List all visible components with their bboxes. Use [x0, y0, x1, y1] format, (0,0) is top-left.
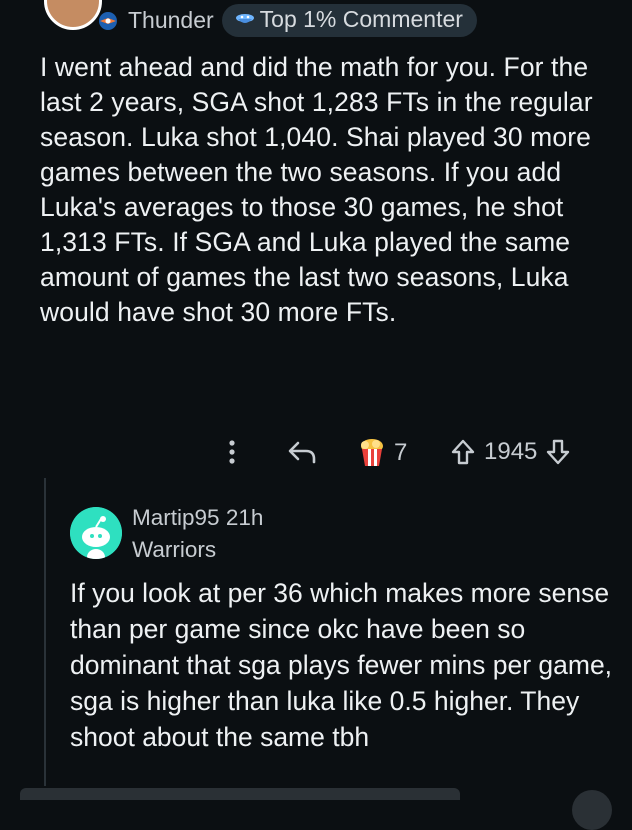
downvote-icon[interactable] [545, 438, 571, 466]
vote-controls: 1945 [450, 438, 571, 466]
reply-icon [288, 441, 316, 464]
vote-count: 1945 [484, 438, 538, 465]
comment-header: Thunder Top 1% Commenter [96, 4, 477, 37]
reply-avatar[interactable] [70, 507, 122, 559]
reply-button[interactable] [286, 438, 318, 466]
top-commenter-icon [235, 13, 254, 23]
more-options-button[interactable] [222, 438, 242, 466]
reply-header: Martip95 21h [132, 503, 263, 533]
author-flair: Thunder [128, 7, 214, 33]
award-count: 7 [394, 439, 408, 466]
reply-input-bar[interactable] [20, 788, 460, 800]
more-options-icon [229, 440, 235, 464]
thunder-logo-icon [99, 11, 117, 30]
bottom-action-button[interactable] [572, 790, 612, 830]
upvote-icon[interactable] [450, 438, 476, 466]
reply-flair: Warriors [132, 537, 217, 562]
reply-body: If you look at per 36 which makes more s… [70, 578, 613, 752]
reply-time: 21h [225, 505, 264, 530]
commenter-avatar[interactable] [44, 0, 102, 30]
comment-actions: 7 1945 [0, 432, 632, 472]
award-button[interactable]: 7 [356, 438, 407, 468]
top-commenter-badge[interactable]: Top 1% Commenter [221, 4, 477, 37]
reply-username[interactable]: Martip95 [132, 505, 220, 530]
snoo-avatar-icon [70, 507, 122, 559]
badge-label: Top 1% Commenter [259, 6, 463, 32]
award-icon [361, 439, 383, 466]
comment-body: I went ahead and did the math for you. F… [40, 52, 593, 327]
thread-line[interactable] [44, 478, 46, 800]
